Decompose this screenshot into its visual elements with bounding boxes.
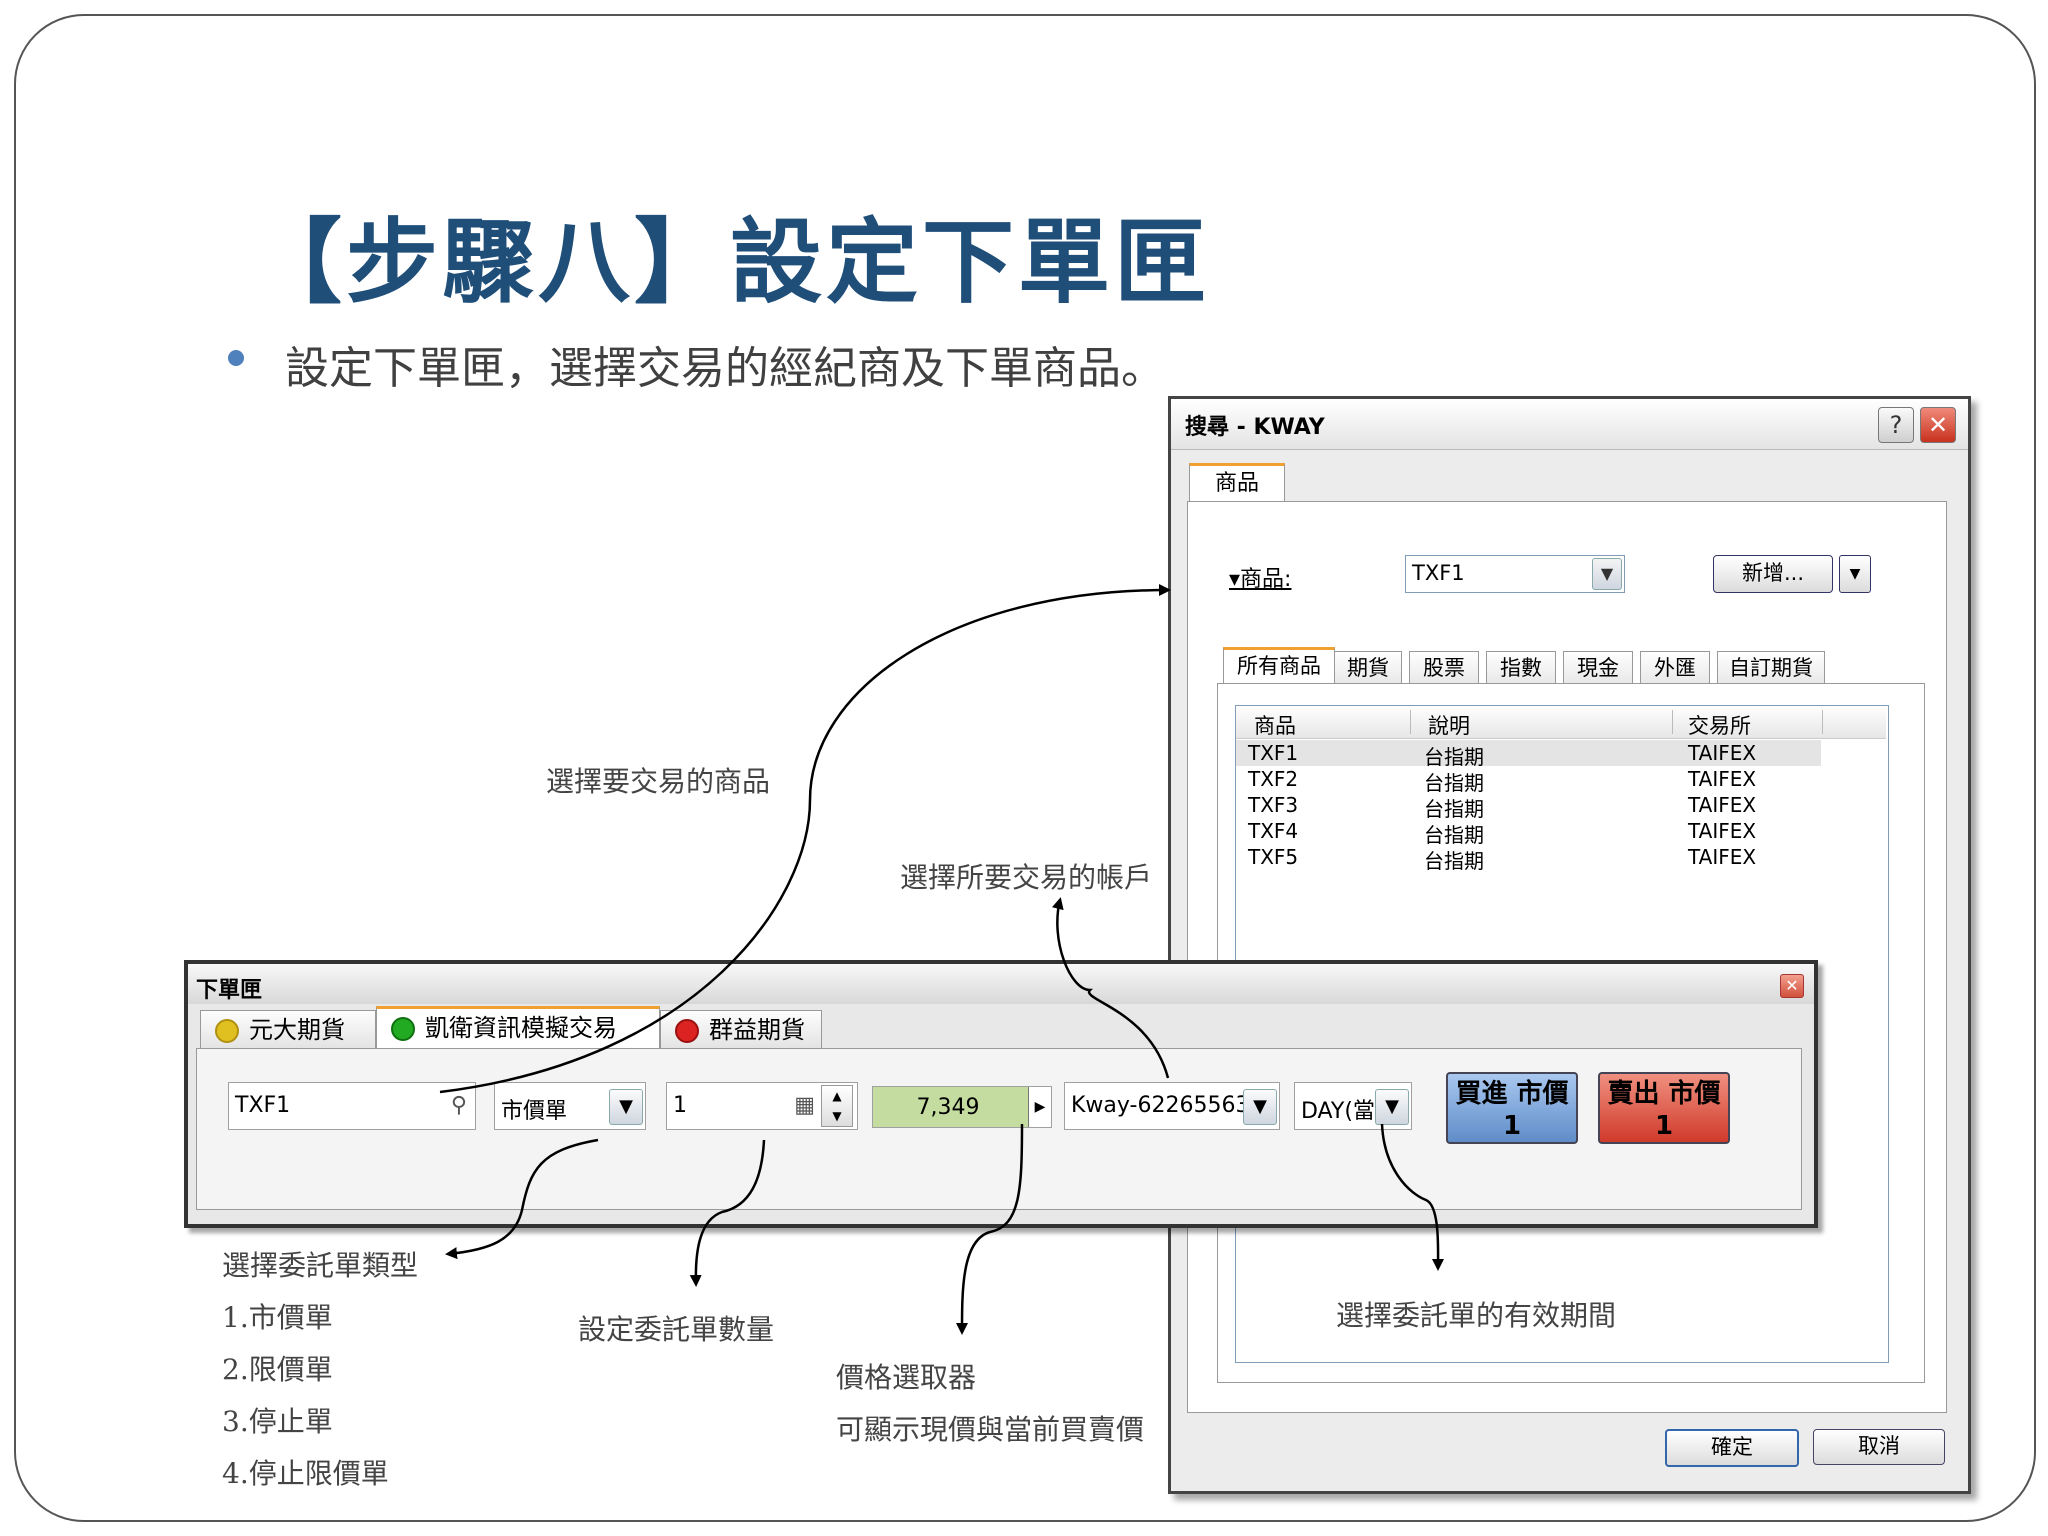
annotation-order-type-3: 3.停止單 [222, 1405, 333, 1438]
annotation-select-product: 選擇要交易的商品 [546, 765, 771, 798]
cell-desc: 台指期 [1424, 849, 1484, 873]
cell-symbol: TXF3 [1248, 793, 1299, 817]
status-dot-icon [215, 1019, 239, 1043]
table-row[interactable]: TXF4 台指期 TAIFEX [1236, 818, 1821, 847]
column-header-desc[interactable]: 說明 [1428, 710, 1470, 740]
buy-market-button[interactable]: 買進 市價 1 [1446, 1072, 1578, 1144]
table-row[interactable]: TXF5 台指期 TAIFEX [1236, 844, 1821, 873]
sell-qty: 1 [1654, 1111, 1674, 1141]
close-icon[interactable]: ✕ [1920, 407, 1956, 443]
search-dialog-title: 搜尋 - KWAY [1185, 415, 1325, 440]
new-button[interactable]: 新增... [1713, 555, 1833, 593]
cell-symbol: TXF5 [1248, 845, 1299, 869]
close-icon[interactable]: ✕ [1780, 974, 1804, 998]
cell-symbol: TXF1 [1248, 741, 1299, 765]
annotation-order-type-4: 4.停止限價單 [222, 1457, 389, 1490]
symbol-value: TXF1 [235, 1093, 291, 1118]
help-button[interactable]: ? [1878, 407, 1914, 443]
price-picker[interactable]: 7,349 ▶ [872, 1086, 1052, 1128]
broker-tab-label: 群益期貨 [709, 1016, 805, 1044]
sell-label: 賣出 市價 [1607, 1079, 1721, 1109]
status-dot-icon [675, 1019, 699, 1043]
buy-qty: 1 [1502, 1111, 1522, 1141]
product-combo[interactable]: TXF1 ▼ [1405, 555, 1625, 593]
column-header-symbol[interactable]: 商品 [1254, 710, 1296, 740]
tab-product[interactable]: 商品 [1189, 463, 1285, 504]
chevron-down-icon[interactable]: ▼ [1375, 1089, 1409, 1125]
cancel-button[interactable]: 取消 [1813, 1429, 1945, 1465]
new-dropdown-icon[interactable]: ▼ [1839, 555, 1871, 593]
tab-cash[interactable]: 現金 [1563, 651, 1633, 684]
order-box-titlebar: 下單匣 ✕ [188, 964, 1814, 1004]
quantity-stepper[interactable]: 1 ▦ ▲ ▼ [666, 1082, 858, 1130]
annotation-order-type-2: 2.限價單 [222, 1353, 333, 1386]
annotation-quantity: 設定委託單數量 [578, 1313, 775, 1346]
cell-symbol: TXF2 [1248, 767, 1299, 791]
cell-exchange: TAIFEX [1688, 845, 1757, 869]
table-row[interactable]: TXF1 台指期 TAIFEX [1236, 740, 1821, 769]
chevron-down-icon[interactable]: ▼ [609, 1089, 643, 1125]
cell-exchange: TAIFEX [1688, 767, 1757, 791]
broker-tab-label: 元大期貨 [249, 1016, 345, 1044]
validity-select[interactable]: DAY(當 ▼ [1294, 1082, 1412, 1130]
spin-arrows-icon[interactable]: ▲ ▼ [821, 1085, 853, 1127]
order-box-window: 下單匣 ✕ 元大期貨 凱衛資訊模擬交易 群益期貨 TXF1 ⚲ 市價單 ▼ 1 … [184, 960, 1818, 1228]
order-box-title: 下單匣 [196, 978, 263, 1003]
tab-stocks[interactable]: 股票 [1409, 651, 1479, 684]
product-combo-value: TXF1 [1412, 561, 1465, 585]
tab-broker-capital[interactable]: 群益期貨 [660, 1010, 822, 1049]
order-type-value: 市價單 [501, 1099, 568, 1124]
quantity-value: 1 [673, 1093, 687, 1118]
table-header: 商品 說明 交易所 [1236, 706, 1886, 739]
cell-exchange: TAIFEX [1688, 741, 1757, 765]
broker-tab-label: 凱衛資訊模擬交易 [425, 1014, 617, 1042]
tab-futures[interactable]: 期貨 [1334, 651, 1402, 684]
chevron-down-icon[interactable]: ▼ [1592, 558, 1622, 590]
slide-title: 【步驟八】設定下單匣 [250, 209, 1211, 316]
price-value: 7,349 [916, 1095, 980, 1120]
chevron-down-icon[interactable]: ▼ [1243, 1089, 1277, 1125]
annotation-order-type: 選擇委託單類型 [222, 1249, 419, 1282]
annotation-order-type-1: 1.市價單 [222, 1301, 333, 1334]
table-row[interactable]: TXF3 台指期 TAIFEX [1236, 792, 1821, 821]
calculator-icon[interactable]: ▦ [794, 1093, 815, 1118]
tab-indices[interactable]: 指數 [1486, 651, 1556, 684]
search-dialog-titlebar: 搜尋 - KWAY ? ✕ [1171, 399, 1968, 450]
buy-label: 買進 市價 [1455, 1079, 1569, 1109]
cell-symbol: TXF4 [1248, 819, 1299, 843]
order-type-select[interactable]: 市價單 ▼ [494, 1082, 646, 1130]
account-select[interactable]: Kway-62265563 ▼ [1064, 1082, 1280, 1130]
tab-custom-futures[interactable]: 自訂期貨 [1717, 651, 1825, 684]
tab-broker-yuanta[interactable]: 元大期貨 [200, 1010, 376, 1049]
tab-all-products[interactable]: 所有商品 [1223, 647, 1335, 684]
search-icon[interactable]: ⚲ [451, 1093, 467, 1118]
tab-forex[interactable]: 外匯 [1640, 651, 1710, 684]
tab-broker-kway-sim[interactable]: 凱衛資訊模擬交易 [376, 1006, 660, 1051]
bullet-icon [228, 350, 244, 366]
sell-market-button[interactable]: 賣出 市價 1 [1598, 1072, 1730, 1144]
ok-button[interactable]: 確定 [1665, 1429, 1799, 1467]
annotation-validity: 選擇委託單的有效期間 [1336, 1299, 1617, 1332]
status-dot-icon [391, 1017, 415, 1041]
product-label: ▾商品: [1229, 567, 1292, 592]
cell-exchange: TAIFEX [1688, 793, 1757, 817]
table-row[interactable]: TXF2 台指期 TAIFEX [1236, 766, 1821, 795]
validity-value: DAY(當 [1301, 1099, 1375, 1124]
caret-right-icon[interactable]: ▶ [1028, 1087, 1051, 1127]
symbol-input[interactable]: TXF1 ⚲ [228, 1082, 476, 1130]
bullet-text: 設定下單匣，選擇交易的經紀商及下單商品。 [285, 343, 1165, 394]
annotation-select-account: 選擇所要交易的帳戶 [900, 861, 1153, 894]
annotation-price-picker-desc: 可顯示現價與當前買賣價 [836, 1413, 1145, 1446]
cell-exchange: TAIFEX [1688, 819, 1757, 843]
account-value: Kway-62265563 [1071, 1093, 1250, 1118]
annotation-price-picker: 價格選取器 [836, 1361, 977, 1394]
column-header-exchange[interactable]: 交易所 [1688, 710, 1751, 740]
